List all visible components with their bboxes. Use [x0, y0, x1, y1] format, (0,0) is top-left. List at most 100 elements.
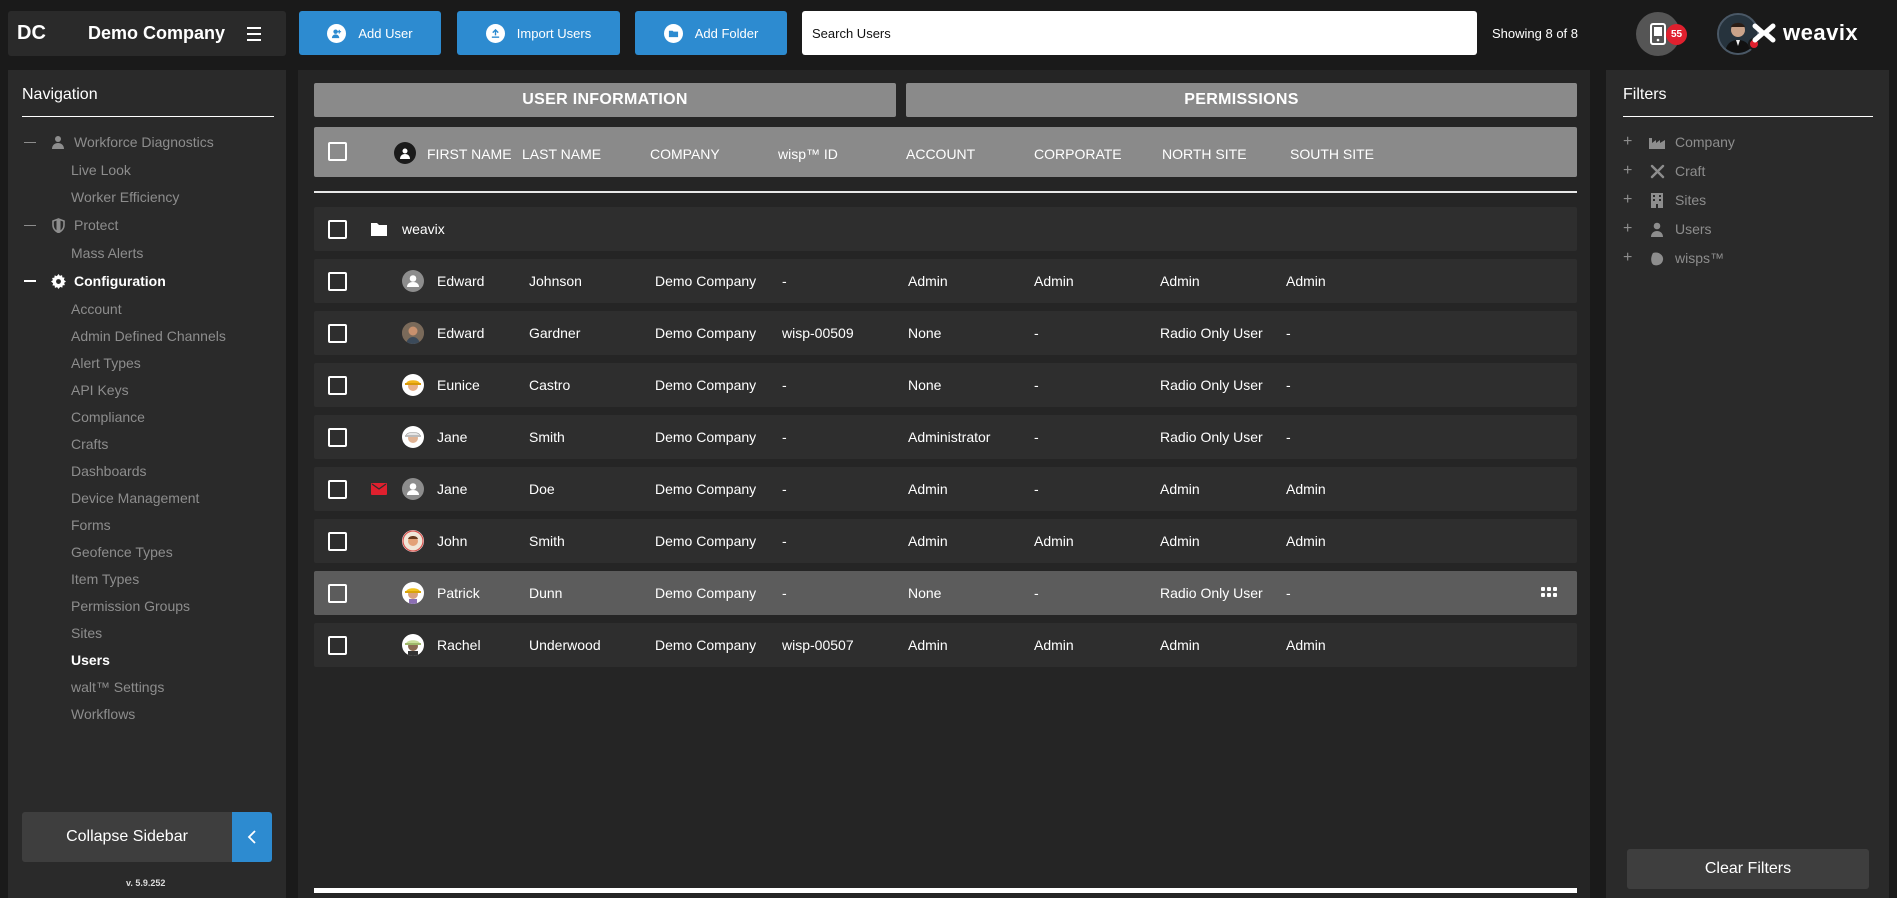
row-checkbox[interactable]	[328, 532, 347, 551]
filter-label: Company	[1675, 134, 1735, 150]
cell-account: Admin	[908, 533, 948, 549]
column-wisp-id[interactable]: wisp™ ID	[778, 146, 838, 162]
person-icon	[50, 134, 66, 150]
cell-first-name: Rachel	[437, 637, 481, 653]
cell-first-name: Patrick	[437, 585, 480, 601]
tab-user-information[interactable]: USER INFORMATION	[314, 83, 896, 117]
filter-users[interactable]: + Users	[1623, 220, 1712, 238]
cell-account: None	[908, 325, 942, 341]
nav-item-sites[interactable]: Sites	[71, 625, 102, 641]
cell-first-name: Jane	[437, 481, 468, 497]
row-checkbox[interactable]	[328, 428, 347, 447]
table-row[interactable]: Edward Johnson Demo Company - Admin Admi…	[314, 259, 1577, 303]
nav-item-geofence-types[interactable]: Geofence Types	[71, 544, 173, 560]
collapse-arrow-button[interactable]	[232, 812, 272, 862]
add-folder-button[interactable]: Add Folder	[635, 11, 787, 55]
upload-icon	[485, 23, 505, 43]
select-all-checkbox[interactable]	[328, 142, 347, 161]
cell-first-name: Edward	[437, 325, 485, 341]
users-table-panel: USER INFORMATION PERMISSIONS FIRST NAME …	[298, 70, 1590, 898]
cell-wisp-id: -	[782, 533, 787, 549]
cell-north-site: Radio Only User	[1160, 429, 1263, 445]
row-actions-grid-icon[interactable]	[1541, 587, 1557, 597]
nav-item-device-management[interactable]: Device Management	[71, 490, 199, 506]
cell-last-name: Johnson	[529, 273, 582, 289]
cell-south-site: -	[1286, 325, 1291, 341]
row-checkbox[interactable]	[328, 584, 347, 603]
nav-item-workflows[interactable]: Workflows	[71, 706, 135, 722]
table-row[interactable]: Edward Gardner Demo Company wisp-00509 N…	[314, 311, 1577, 355]
table-row[interactable]: Patrick Dunn Demo Company - None - Radio…	[314, 571, 1577, 615]
table-row[interactable]: Eunice Castro Demo Company - None - Radi…	[314, 363, 1577, 407]
folder-row[interactable]: weavix	[314, 207, 1577, 251]
row-checkbox[interactable]	[328, 272, 347, 291]
table-row[interactable]: Jane Smith Demo Company - Administrator …	[314, 415, 1577, 459]
column-corporate[interactable]: CORPORATE	[1034, 146, 1122, 162]
nav-item-api-keys[interactable]: API Keys	[71, 382, 129, 398]
wisp-icon	[1649, 250, 1665, 266]
filter-craft[interactable]: + Craft	[1623, 162, 1705, 180]
nav-item-mass-alerts[interactable]: Mass Alerts	[71, 245, 143, 261]
nav-item-dashboards[interactable]: Dashboards	[71, 463, 147, 479]
nav-item-crafts[interactable]: Crafts	[71, 436, 108, 452]
nav-item-worker-efficiency[interactable]: Worker Efficiency	[71, 189, 179, 205]
nav-group-workforce-diagnostics[interactable]: Workforce Diagnostics	[24, 134, 214, 150]
nav-item-walt-settings[interactable]: walt™ Settings	[71, 679, 164, 695]
cell-last-name: Doe	[529, 481, 555, 497]
nav-item-live-look[interactable]: Live Look	[71, 162, 131, 178]
column-first-name[interactable]: FIRST NAME	[427, 146, 512, 162]
notification-badge: 55	[1666, 24, 1687, 45]
row-checkbox[interactable]	[328, 480, 347, 499]
table-row[interactable]: Rachel Underwood Demo Company wisp-00507…	[314, 623, 1577, 667]
add-user-button[interactable]: Add User	[299, 11, 441, 55]
filter-sites[interactable]: + Sites	[1623, 191, 1706, 209]
horizontal-scrollbar[interactable]	[314, 888, 1577, 893]
collapse-sidebar-button[interactable]: Collapse Sidebar	[22, 812, 232, 862]
plus-icon: +	[1623, 191, 1633, 208]
table-row[interactable]: John Smith Demo Company - Admin Admin Ad…	[314, 519, 1577, 563]
column-company[interactable]: COMPANY	[650, 146, 720, 162]
nav-item-item-types[interactable]: Item Types	[71, 571, 139, 587]
filter-label: Sites	[1675, 192, 1707, 208]
column-account[interactable]: ACCOUNT	[906, 146, 975, 162]
filters-panel: Filters + Company + Craft + Sites + User…	[1606, 70, 1889, 898]
cell-corporate: Admin	[1034, 637, 1074, 653]
results-count: Showing 8 of 8	[1492, 26, 1579, 41]
nav-item-admin-defined-channels[interactable]: Admin Defined Channels	[71, 328, 226, 344]
folder-icon	[371, 222, 387, 241]
row-checkbox[interactable]	[328, 636, 347, 655]
column-north-site[interactable]: NORTH SITE	[1162, 146, 1247, 162]
row-checkbox[interactable]	[328, 376, 347, 395]
filter-label: wisps™	[1675, 250, 1725, 266]
import-users-button[interactable]: Import Users	[457, 11, 620, 55]
nav-group-label: Configuration	[74, 273, 166, 289]
nav-item-forms[interactable]: Forms	[71, 517, 111, 533]
collapse-sidebar-label: Collapse Sidebar	[66, 828, 188, 845]
clear-filters-label: Clear Filters	[1704, 860, 1792, 877]
tab-permissions[interactable]: PERMISSIONS	[906, 83, 1577, 117]
menu-icon[interactable]	[247, 26, 263, 41]
nav-item-account[interactable]: Account	[71, 301, 122, 317]
row-checkbox[interactable]	[328, 324, 347, 343]
nav-item-alert-types[interactable]: Alert Types	[71, 355, 141, 371]
row-checkbox[interactable]	[328, 220, 347, 239]
filter-company[interactable]: + Company	[1623, 133, 1735, 151]
nav-group-protect[interactable]: Protect	[24, 217, 118, 233]
cell-corporate: -	[1034, 429, 1039, 445]
column-last-name[interactable]: LAST NAME	[522, 146, 601, 162]
search-input[interactable]	[802, 11, 1477, 55]
mail-icon	[371, 482, 387, 500]
column-south-site[interactable]: SOUTH SITE	[1290, 146, 1374, 162]
nav-item-compliance[interactable]: Compliance	[71, 409, 145, 425]
cell-south-site: Admin	[1286, 637, 1326, 653]
clear-filters-button[interactable]: Clear Filters	[1627, 849, 1869, 889]
nav-item-permission-groups[interactable]: Permission Groups	[71, 598, 190, 614]
table-row[interactable]: Jane Doe Demo Company - Admin - Admin Ad…	[314, 467, 1577, 511]
nav-group-configuration[interactable]: Configuration	[24, 273, 166, 289]
cell-first-name: Jane	[437, 429, 468, 445]
filter-wisps[interactable]: + wisps™	[1623, 249, 1724, 267]
nav-item-users[interactable]: Users	[71, 652, 110, 668]
plus-icon: +	[1623, 162, 1633, 179]
cell-wisp-id: -	[782, 429, 787, 445]
cell-south-site: -	[1286, 429, 1291, 445]
